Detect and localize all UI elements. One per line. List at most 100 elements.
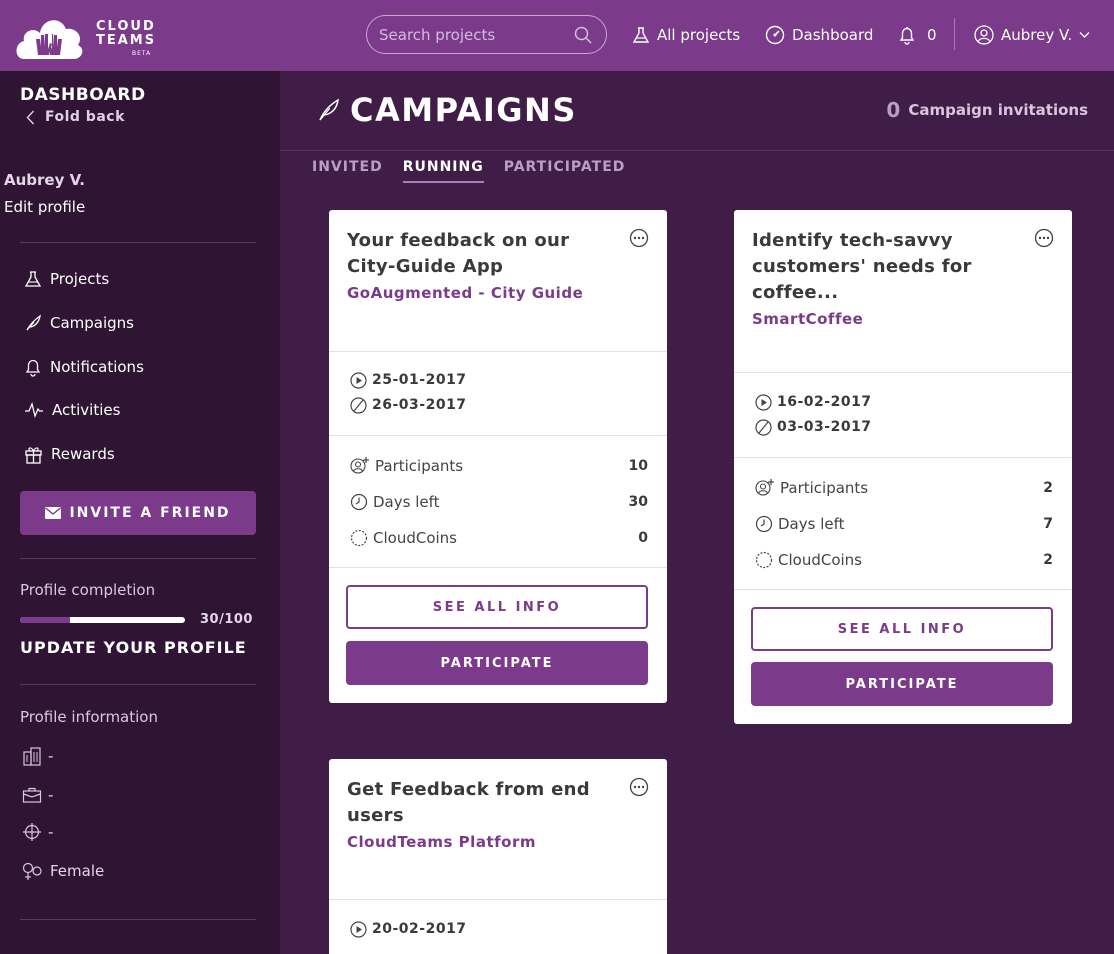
more-options-icon[interactable] xyxy=(629,228,649,248)
profile-gender: Female xyxy=(22,860,104,882)
header-divider xyxy=(280,150,1114,151)
days-left-row: Days left 30 xyxy=(350,491,648,513)
profile-job: - xyxy=(22,784,53,806)
sidebar-divider xyxy=(20,242,256,243)
sidebar-item-projects[interactable]: Projects xyxy=(24,268,109,290)
cloudcoins-row: CloudCoins 0 xyxy=(350,527,648,549)
campaign-title[interactable]: Your feedback on our City-Guide App xyxy=(347,228,612,280)
sidebar-user-name: Aubrey V. xyxy=(4,171,85,189)
campaign-start-date: 25-01-2017 xyxy=(350,370,467,390)
page-title: CAMPAIGNS xyxy=(318,91,577,129)
user-menu[interactable]: Aubrey V. xyxy=(974,24,1090,46)
nav-dashboard-label: Dashboard xyxy=(792,26,874,44)
main-content: CAMPAIGNS 0 Campaign invitations INVITED… xyxy=(280,71,1114,954)
dashboard-gauge-icon xyxy=(765,25,785,45)
buildings-icon xyxy=(23,747,41,766)
campaign-tabs: INVITED RUNNING PARTICIPATED xyxy=(312,159,625,183)
search-box[interactable] xyxy=(366,15,607,54)
days-left-value: 7 xyxy=(1043,516,1053,532)
days-left-row: Days left 7 xyxy=(755,513,1053,535)
participants-label: Participants xyxy=(780,479,869,497)
end-circle-icon xyxy=(755,418,772,436)
end-circle-icon xyxy=(350,396,367,414)
top-bar: CLOUD TEAMS BETA All projects Dashboard xyxy=(0,0,1114,71)
coin-icon xyxy=(755,551,773,569)
edit-profile-link[interactable]: Edit profile xyxy=(4,198,85,216)
sidebar-item-label: Rewards xyxy=(51,445,115,463)
campaign-card: Get Feedback from end users CloudTeams P… xyxy=(329,759,667,954)
cloud-hands-logo-icon xyxy=(16,20,83,59)
update-profile-link[interactable]: UPDATE YOUR PROFILE xyxy=(20,638,247,657)
chevron-left-icon xyxy=(26,110,35,124)
campaign-project-link[interactable]: CloudTeams Platform xyxy=(347,829,649,855)
notifications-count: 0 xyxy=(927,26,937,44)
cloudcoins-label: CloudCoins xyxy=(778,551,862,569)
participate-button[interactable]: PARTICIPATE xyxy=(751,662,1053,706)
sidebar-item-label: Projects xyxy=(50,270,110,288)
flask-icon xyxy=(632,27,650,43)
sidebar-item-notifications[interactable]: Notifications xyxy=(24,356,144,378)
invitations-label: Campaign invitations xyxy=(908,101,1088,119)
invite-friend-label: INVITE A FRIEND xyxy=(69,505,231,521)
tab-participated[interactable]: PARTICIPATED xyxy=(504,159,626,183)
sidebar-divider xyxy=(20,558,256,559)
nav-dashboard[interactable]: Dashboard xyxy=(765,24,873,46)
coin-icon xyxy=(350,529,368,547)
cloudteams-logo[interactable]: CLOUD TEAMS BETA xyxy=(14,9,159,61)
nav-all-projects[interactable]: All projects xyxy=(632,24,740,46)
profile-completion-label: Profile completion xyxy=(20,581,156,599)
sidebar-item-rewards[interactable]: Rewards xyxy=(24,443,115,465)
participate-button[interactable]: PARTICIPATE xyxy=(346,641,648,685)
chevron-down-icon xyxy=(1079,32,1090,38)
gender-icon xyxy=(22,862,42,880)
envelope-icon xyxy=(45,507,62,519)
campaign-invitations-link[interactable]: 0 Campaign invitations xyxy=(886,98,1088,122)
campaign-title[interactable]: Get Feedback from end users xyxy=(347,777,612,829)
tab-running[interactable]: RUNNING xyxy=(402,159,484,183)
user-name: Aubrey V. xyxy=(1001,26,1073,44)
feather-icon xyxy=(319,98,339,121)
sidebar-item-label: Notifications xyxy=(50,358,144,376)
days-left-label: Days left xyxy=(778,515,845,533)
nav-notifications[interactable]: 0 xyxy=(898,24,937,46)
briefcase-icon xyxy=(22,787,42,803)
campaign-card: Identify tech-savvy customers' needs for… xyxy=(734,210,1072,724)
campaign-title[interactable]: Identify tech-savvy customers' needs for… xyxy=(752,228,1017,306)
profile-completion-value: 30/100 xyxy=(200,612,253,627)
search-icon[interactable] xyxy=(574,26,592,44)
profile-job-value: - xyxy=(48,786,54,804)
profile-company-value: - xyxy=(48,747,54,765)
profile-information-label: Profile information xyxy=(20,708,158,726)
card-divider xyxy=(734,457,1072,458)
add-user-icon xyxy=(350,457,369,474)
fold-back-button[interactable]: Fold back xyxy=(26,109,125,125)
card-divider xyxy=(329,351,667,352)
campaign-project-link[interactable]: SmartCoffee xyxy=(752,306,1054,332)
sidebar-item-campaigns[interactable]: Campaigns xyxy=(24,312,134,334)
profile-gender-value: Female xyxy=(50,862,105,880)
sidebar-title: DASHBOARD xyxy=(20,85,146,105)
participants-row: Participants 2 xyxy=(755,477,1053,499)
invite-friend-button[interactable]: INVITE A FRIEND xyxy=(20,491,256,535)
campaign-end-date: 03-03-2017 xyxy=(755,417,872,437)
campaign-project-link[interactable]: GoAugmented - City Guide xyxy=(347,280,649,306)
flask-icon xyxy=(24,271,42,287)
card-divider xyxy=(329,435,667,436)
search-input[interactable] xyxy=(379,25,569,45)
more-options-icon[interactable] xyxy=(629,777,649,797)
more-options-icon[interactable] xyxy=(1034,228,1054,248)
clock-icon xyxy=(755,515,773,533)
days-left-value: 30 xyxy=(628,494,648,510)
gift-icon xyxy=(25,446,42,464)
card-divider xyxy=(329,567,667,568)
see-all-info-button[interactable]: SEE ALL INFO xyxy=(346,585,648,629)
cloudcoins-value: 2 xyxy=(1043,552,1053,568)
tab-invited[interactable]: INVITED xyxy=(312,159,383,183)
logo-wordmark: CLOUD TEAMS xyxy=(96,20,156,48)
fold-back-label: Fold back xyxy=(45,109,125,125)
logo-line-2: TEAMS xyxy=(96,33,157,48)
see-all-info-button[interactable]: SEE ALL INFO xyxy=(751,607,1053,651)
sidebar-item-activities[interactable]: Activities xyxy=(24,399,120,421)
page-title-text: CAMPAIGNS xyxy=(350,91,577,129)
end-date-value: 26-03-2017 xyxy=(372,397,467,413)
